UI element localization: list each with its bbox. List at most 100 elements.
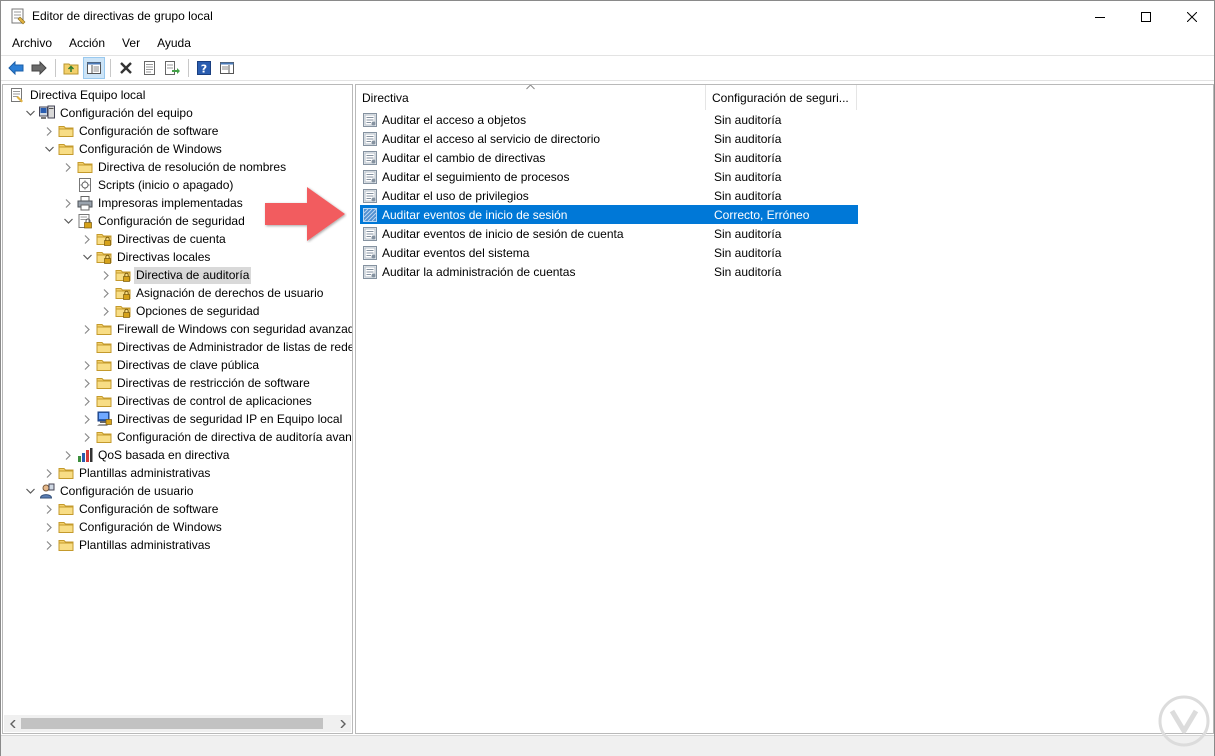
menu-archivo[interactable]: Archivo xyxy=(5,33,59,53)
tree-node[interactable]: Configuración de software xyxy=(42,122,220,140)
chevron-right-icon[interactable] xyxy=(80,374,94,392)
menu-ver[interactable]: Ver xyxy=(115,33,147,53)
policy-name: Auditar el cambio de directivas xyxy=(382,150,546,165)
chevron-down-icon[interactable] xyxy=(23,482,37,500)
title-bar[interactable]: Editor de directivas de grupo local xyxy=(1,1,1214,32)
column-header-label: Configuración de seguri... xyxy=(712,90,849,105)
tree-node[interactable]: Opciones de seguridad xyxy=(99,302,261,320)
properties-icon xyxy=(144,61,155,75)
tree-node[interactable]: Impresoras implementadas xyxy=(61,194,245,212)
policy-name: Auditar eventos de inicio de sesión de c… xyxy=(382,226,624,241)
tree-node[interactable]: Configuración de directiva de auditoría … xyxy=(80,428,352,446)
policy-row[interactable]: Auditar el uso de privilegios Sin auditor… xyxy=(360,186,858,205)
delete-button[interactable] xyxy=(115,57,137,79)
column-header-configuracion[interactable]: Configuración de seguri... xyxy=(706,85,857,110)
policy-row[interactable]: Auditar la administración de cuentas Sin … xyxy=(360,262,858,281)
up-one-level-button[interactable] xyxy=(60,57,82,79)
policy-row[interactable]: Auditar eventos de inicio de sesión de c… xyxy=(360,224,858,243)
policy-row[interactable]: Auditar el cambio de directivas Sin audit… xyxy=(360,148,858,167)
chevron-right-icon[interactable] xyxy=(61,446,75,464)
chevron-right-icon[interactable] xyxy=(42,464,56,482)
chevron-down-icon[interactable] xyxy=(80,248,94,266)
tree-node[interactable]: Directiva de auditoría xyxy=(99,266,252,284)
chevron-right-icon[interactable] xyxy=(42,536,56,554)
chevron-right-icon[interactable] xyxy=(99,266,113,284)
close-button[interactable] xyxy=(1169,1,1215,32)
chevron-right-icon[interactable] xyxy=(80,230,94,248)
chevron-right-icon[interactable] xyxy=(42,518,56,536)
console-tree-pane[interactable]: Directiva Equipo local Configuración del … xyxy=(2,84,353,734)
policy-row[interactable]: Auditar el seguimiento de procesos Sin au… xyxy=(360,167,858,186)
column-header-directiva[interactable]: Directiva xyxy=(356,85,706,110)
tree-node[interactable]: Configuración de Windows xyxy=(42,518,224,536)
policy-name: Auditar el uso de privilegios xyxy=(382,188,529,203)
export-list-button[interactable] xyxy=(161,57,183,79)
chevron-right-icon[interactable] xyxy=(42,122,56,140)
tree-node[interactable]: Firewall de Windows con seguridad avanza… xyxy=(80,320,352,338)
policy-row[interactable]: Auditar eventos de inicio de sesión Corre… xyxy=(360,205,858,224)
chevron-down-icon[interactable] xyxy=(61,212,75,230)
menu-bar: Archivo Acción Ver Ayuda xyxy=(1,32,1214,54)
chevron-right-icon[interactable] xyxy=(42,500,56,518)
forward-arrow-icon xyxy=(31,61,47,75)
tree-node[interactable]: Configuración de Windows xyxy=(42,140,224,158)
tree-node[interactable]: Directiva de resolución de nombres xyxy=(61,158,288,176)
tree-node[interactable]: Directiva Equipo local xyxy=(7,86,147,104)
tree-node-label: Directivas de seguridad IP en Equipo loc… xyxy=(117,411,343,426)
tree-node[interactable]: Directivas de restricción de software xyxy=(80,374,312,392)
scroll-right-arrow-icon[interactable] xyxy=(334,715,351,732)
tree-node-label: Directiva de resolución de nombres xyxy=(98,159,287,174)
show-hide-tree-button[interactable] xyxy=(83,57,105,79)
chevron-right-icon[interactable] xyxy=(80,356,94,374)
tree-horizontal-scrollbar[interactable] xyxy=(4,715,351,732)
menu-accion[interactable]: Acción xyxy=(62,33,112,53)
policy-name: Auditar el acceso a objetos xyxy=(382,112,527,127)
tree-node[interactable]: Configuración de usuario xyxy=(23,482,195,500)
chevron-right-icon[interactable] xyxy=(80,392,94,410)
tree-node[interactable]: Configuración de seguridad xyxy=(61,212,247,230)
scroll-left-arrow-icon[interactable] xyxy=(4,715,21,732)
folder-icon xyxy=(58,501,74,517)
tree-node[interactable]: Directivas de control de aplicaciones xyxy=(80,392,314,410)
help-button[interactable]: ? xyxy=(193,57,215,79)
tree-node[interactable]: Asignación de derechos de usuario xyxy=(99,284,325,302)
tree-node[interactable]: Directivas de Administrador de listas de… xyxy=(80,338,352,356)
minimize-button[interactable] xyxy=(1077,1,1123,32)
tree-node[interactable]: Directivas de seguridad IP en Equipo loc… xyxy=(80,410,344,428)
chevron-right-icon[interactable] xyxy=(80,428,94,446)
policy-row[interactable]: Auditar el acceso al servicio de directo… xyxy=(360,129,858,148)
back-button[interactable] xyxy=(5,57,27,79)
scrollbar-thumb[interactable] xyxy=(21,718,323,729)
policy-name: Auditar eventos del sistema xyxy=(382,245,530,260)
chevron-right-icon[interactable] xyxy=(80,410,94,428)
policy-row[interactable]: Auditar eventos del sistema Sin auditoría xyxy=(360,243,858,262)
chevron-right-icon[interactable] xyxy=(61,158,75,176)
tree-node[interactable]: Plantillas administrativas xyxy=(42,536,212,554)
menu-ayuda[interactable]: Ayuda xyxy=(150,33,198,53)
policy-row[interactable]: Auditar el acceso a objetos Sin auditoría xyxy=(360,110,858,129)
chevron-down-icon[interactable] xyxy=(23,104,37,122)
forward-button[interactable] xyxy=(28,57,50,79)
tree-node[interactable]: Directivas locales xyxy=(80,248,212,266)
tree-node[interactable]: Directivas de clave pública xyxy=(80,356,261,374)
show-action-pane-button[interactable] xyxy=(216,57,238,79)
chevron-right-icon[interactable] xyxy=(80,320,94,338)
chevron-right-icon[interactable] xyxy=(99,284,113,302)
policy-setting-value: Sin auditoría xyxy=(714,245,782,260)
help-icon: ? xyxy=(197,61,211,76)
folder-icon xyxy=(77,159,93,175)
chevron-down-icon[interactable] xyxy=(42,140,56,158)
chevron-right-icon[interactable] xyxy=(99,302,113,320)
tree-node[interactable]: Configuración de software xyxy=(42,500,220,518)
chevron-right-icon[interactable] xyxy=(61,194,75,212)
tree-node[interactable]: QoS basada en directiva xyxy=(61,446,231,464)
properties-button[interactable] xyxy=(138,57,160,79)
maximize-button[interactable] xyxy=(1123,1,1169,32)
tree-node[interactable]: Scripts (inicio o apagado) xyxy=(61,176,235,194)
tree-node[interactable]: Plantillas administrativas xyxy=(42,464,212,482)
tree-node[interactable]: Directivas de cuenta xyxy=(80,230,228,248)
svg-text:?: ? xyxy=(201,63,207,76)
tree-node[interactable]: Configuración del equipo xyxy=(23,104,195,122)
